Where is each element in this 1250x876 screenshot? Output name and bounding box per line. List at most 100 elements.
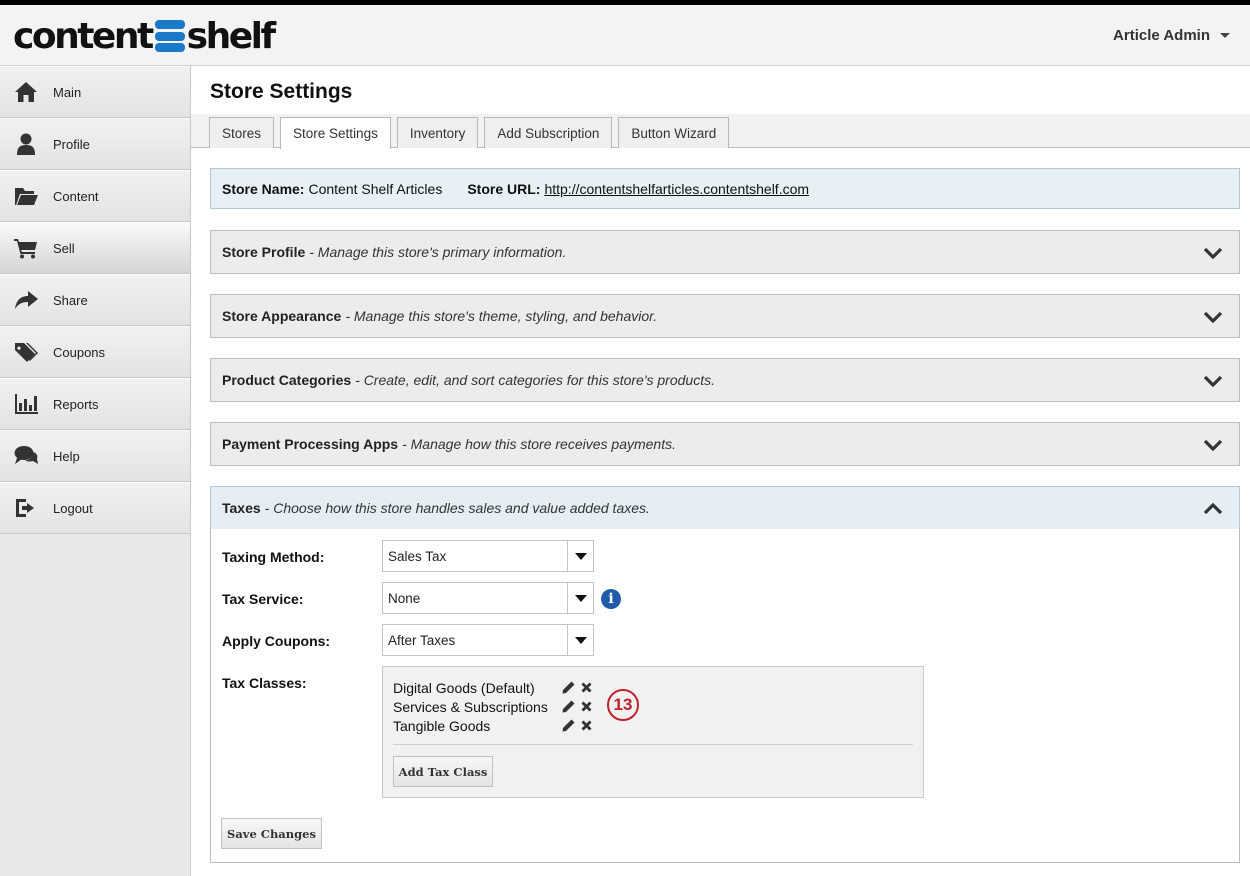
apply-coupons-select[interactable]: After Taxes <box>382 624 594 656</box>
share-icon <box>13 288 39 312</box>
sidebar-item-content[interactable]: Content <box>0 170 190 222</box>
taxing-method-select[interactable]: Sales Tax <box>382 540 594 572</box>
list-item: Tangible Goods <box>393 716 603 735</box>
store-name-label: Store Name: <box>222 180 305 197</box>
sidebar-item-label: Reports <box>53 396 99 412</box>
logout-icon <box>13 496 39 520</box>
user-icon <box>13 132 39 156</box>
cart-icon <box>13 236 39 260</box>
store-url-link[interactable]: http://contentshelfarticles.contentshelf… <box>544 181 809 197</box>
sidebar-item-label: Share <box>53 292 88 308</box>
section-title: Payment Processing Apps <box>222 436 399 452</box>
logo-text-right: shelf <box>186 15 276 57</box>
bar-chart-icon <box>13 392 39 416</box>
pencil-icon[interactable] <box>559 699 577 715</box>
section-description: - Create, edit, and sort categories for … <box>355 372 715 388</box>
section-description: - Manage this store's primary informatio… <box>309 244 567 260</box>
sidebar-item-reports[interactable]: Reports <box>0 378 190 430</box>
chevron-down-icon <box>1203 308 1223 326</box>
chevron-down-icon <box>1220 33 1230 38</box>
store-url-label: Store URL: <box>467 180 541 197</box>
pencil-icon[interactable] <box>559 718 577 734</box>
settings-content: Store Name: Content Shelf Articles Store… <box>191 149 1250 876</box>
add-tax-class-button[interactable]: Add Tax Class <box>393 756 493 787</box>
section-title: Taxes <box>222 500 261 516</box>
taxing-method-value: Sales Tax <box>388 548 447 564</box>
section-title: Product Categories <box>222 372 352 388</box>
tax-service-select[interactable]: None <box>382 582 594 614</box>
dropdown-arrow-icon <box>567 583 593 613</box>
sidebar-item-coupons[interactable]: Coupons <box>0 326 190 378</box>
apply-coupons-value: After Taxes <box>388 632 456 648</box>
sidebar-item-label: Content <box>53 188 99 204</box>
sidebar-item-logout[interactable]: Logout <box>0 482 190 534</box>
sidebar-item-sell[interactable]: Sell <box>0 222 190 274</box>
home-icon <box>13 80 39 104</box>
tax-classes-box: Digital Goods (Default) Services & Subsc… <box>382 666 924 798</box>
tab-store-settings[interactable]: Store Settings <box>280 117 391 149</box>
top-bar: content shelf Article Admin <box>0 0 1250 66</box>
list-item: Services & Subscriptions <box>393 697 603 716</box>
sidebar-item-profile[interactable]: Profile <box>0 118 190 170</box>
tab-bar: Stores Store Settings Inventory Add Subs… <box>191 114 1250 149</box>
sidebar-item-label: Logout <box>53 500 93 516</box>
section-store-appearance[interactable]: Store Appearance - Manage this store's t… <box>210 294 1240 338</box>
section-store-profile[interactable]: Store Profile - Manage this store's prim… <box>210 230 1240 274</box>
main-panel: Store Settings Stores Store Settings Inv… <box>191 66 1250 876</box>
store-name: Content Shelf Articles <box>308 180 443 197</box>
chat-icon <box>13 444 39 468</box>
close-icon[interactable] <box>577 718 595 734</box>
tab-button-wizard[interactable]: Button Wizard <box>618 117 730 148</box>
section-taxes[interactable]: Taxes - Choose how this store handles sa… <box>210 486 1240 530</box>
chevron-down-icon <box>1203 244 1223 262</box>
tab-inventory[interactable]: Inventory <box>396 117 479 148</box>
tax-class-count-badge: 13 <box>607 689 639 721</box>
pencil-icon[interactable] <box>559 680 577 696</box>
sidebar-item-main[interactable]: Main <box>0 66 190 118</box>
chevron-up-icon <box>1203 500 1223 518</box>
sidebar-item-label: Help <box>53 448 80 464</box>
sidebar: Main Profile Content Sell Share Coupons … <box>0 66 191 876</box>
apply-coupons-label: Apply Coupons: <box>222 633 331 649</box>
close-icon[interactable] <box>577 699 595 715</box>
tax-classes-label: Tax Classes: <box>222 675 307 691</box>
sidebar-item-label: Profile <box>53 136 90 152</box>
tags-icon <box>13 340 39 364</box>
tax-class-name: Services & Subscriptions <box>393 698 548 715</box>
section-title: Store Profile <box>222 244 306 260</box>
info-icon[interactable]: i <box>601 589 621 609</box>
logo-text-left: content <box>13 15 154 57</box>
section-description: - Manage this store's theme, styling, an… <box>345 308 658 324</box>
list-item: Digital Goods (Default) <box>393 678 603 697</box>
divider <box>393 744 913 745</box>
close-icon[interactable] <box>577 680 595 696</box>
chevron-down-icon <box>1203 436 1223 454</box>
sidebar-item-help[interactable]: Help <box>0 430 190 482</box>
section-description: - Manage how this store receives payment… <box>402 436 676 452</box>
dropdown-arrow-icon <box>567 541 593 571</box>
sidebar-item-share[interactable]: Share <box>0 274 190 326</box>
taxing-method-label: Taxing Method: <box>222 549 325 565</box>
logo[interactable]: content shelf <box>13 15 276 57</box>
sidebar-item-label: Main <box>53 84 82 100</box>
section-payment-processing-apps[interactable]: Payment Processing Apps - Manage how thi… <box>210 422 1240 466</box>
section-description: - Choose how this store handles sales an… <box>264 500 650 516</box>
store-info-bar: Store Name: Content Shelf Articles Store… <box>210 168 1240 209</box>
tax-service-label: Tax Service: <box>222 591 304 607</box>
tax-class-name: Tangible Goods <box>393 717 491 734</box>
section-product-categories[interactable]: Product Categories - Create, edit, and s… <box>210 358 1240 402</box>
save-changes-button[interactable]: Save Changes <box>221 818 322 849</box>
user-name: Article Admin <box>1113 27 1210 44</box>
logo-mark-icon <box>154 20 185 52</box>
taxes-panel: Taxing Method: Sales Tax Tax Service: No… <box>210 529 1240 863</box>
sidebar-item-label: Coupons <box>53 344 106 360</box>
tax-service-value: None <box>388 590 421 606</box>
user-menu[interactable]: Article Admin <box>1113 27 1230 44</box>
tab-stores[interactable]: Stores <box>209 117 275 148</box>
folder-icon <box>13 184 39 208</box>
dropdown-arrow-icon <box>567 625 593 655</box>
sidebar-item-label: Sell <box>53 240 75 256</box>
tab-add-subscription[interactable]: Add Subscription <box>484 117 613 148</box>
section-title: Store Appearance <box>222 308 342 324</box>
page-title: Store Settings <box>210 80 353 103</box>
